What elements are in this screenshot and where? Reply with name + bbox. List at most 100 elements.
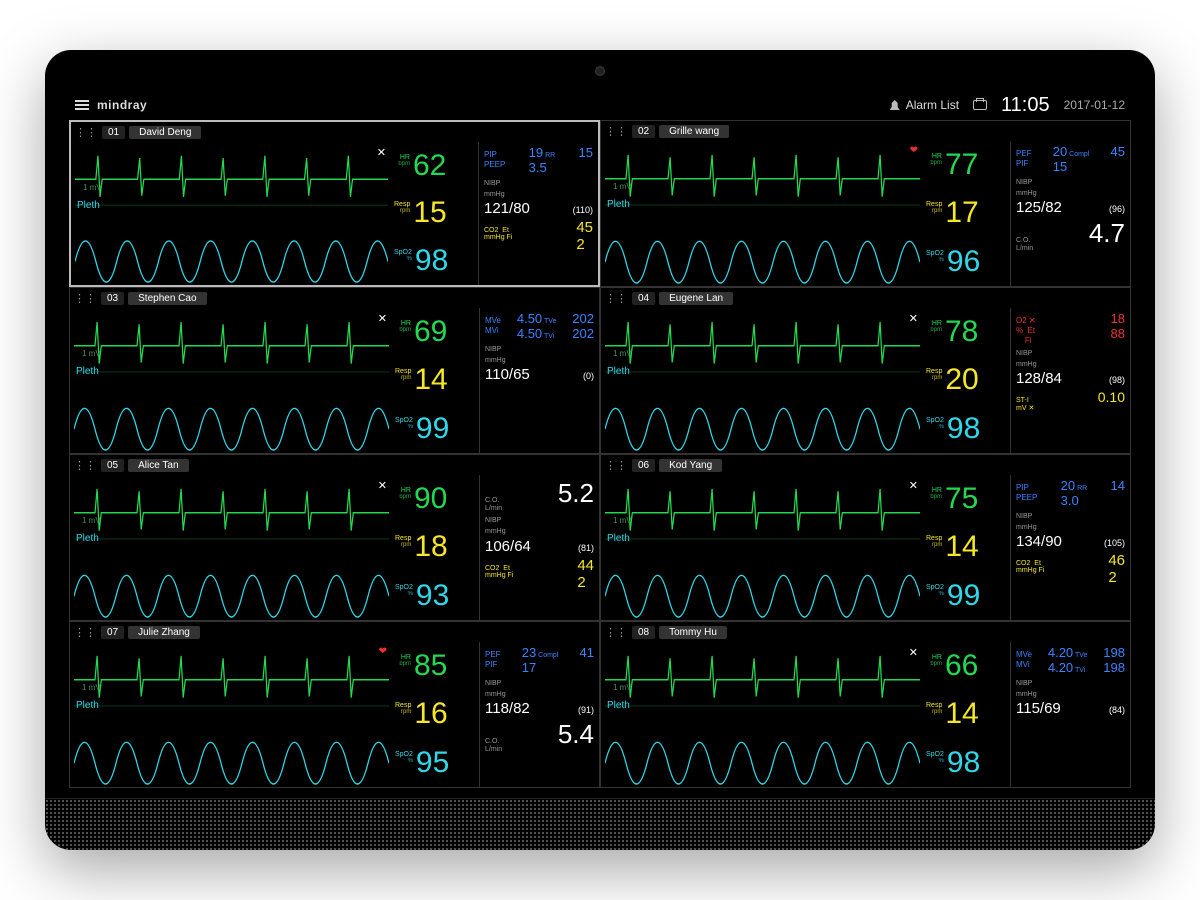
tile-body: 1 mV Pleth ✕ HRbpm 90 Resprpm 18 SpO2% 9… <box>70 475 599 620</box>
patient-tile[interactable]: ⋮⋮ 02 Grille wang 1 mV Pleth ❤ HRbpm 77 … <box>600 120 1131 287</box>
hr-reading[interactable]: HRbpm 75 <box>926 487 1008 512</box>
vitals-column: HRbpm 75 Resprpm 14 SpO2% 99 <box>924 475 1010 620</box>
bed-id-chip[interactable]: 06 <box>632 459 655 472</box>
resp-reading[interactable]: Resprpm 16 <box>395 702 477 727</box>
spo2-reading[interactable]: SpO2% 95 <box>395 751 477 776</box>
hr-reading[interactable]: HRbpm 69 <box>395 320 477 345</box>
secondary-panel[interactable]: MVeMVi 4.20 TVe4.20 TVi 198198 NIBPmmHg … <box>1010 642 1130 787</box>
hr-reading[interactable]: HRbpm 62 <box>394 154 476 179</box>
bed-id-chip[interactable]: 03 <box>101 292 124 305</box>
vitals-column: HRbpm 78 Resprpm 20 SpO2% 98 <box>924 308 1010 453</box>
screen: mindray Alarm List 11:05 2017-01-12 ⋮⋮ 0… <box>69 90 1131 788</box>
brand-logo: mindray <box>97 98 147 112</box>
secondary-panel[interactable]: PIPPEEP 20 RR3.0 14 NIBPmmHg 134/90 (105… <box>1010 475 1130 620</box>
waveform-area[interactable]: 1 mV Pleth ✕ <box>70 475 393 620</box>
resp-reading[interactable]: Resprpm 18 <box>395 535 477 560</box>
tile-header: ⋮⋮ 01 David Deng <box>71 122 598 142</box>
spo2-reading[interactable]: SpO2% 98 <box>926 417 1008 442</box>
bed-id-chip[interactable]: 01 <box>102 126 125 139</box>
waveform-area[interactable]: 1 mV Pleth ✕ <box>601 475 924 620</box>
drag-handle-icon[interactable]: ⋮⋮ <box>74 626 96 639</box>
resp-reading[interactable]: Resprpm 20 <box>926 368 1008 393</box>
hr-reading[interactable]: HRbpm 77 <box>926 153 1008 178</box>
printer-icon <box>973 100 987 110</box>
tile-body: 1 mV Pleth ✕ HRbpm 69 Resprpm 14 SpO2% 9… <box>70 308 599 453</box>
spo2-reading[interactable]: SpO2% 98 <box>394 249 476 274</box>
patient-name-chip[interactable]: Grille wang <box>659 125 729 138</box>
hr-reading[interactable]: HRbpm 85 <box>395 654 477 679</box>
resp-reading[interactable]: Resprpm 14 <box>926 702 1008 727</box>
drag-handle-icon[interactable]: ⋮⋮ <box>75 126 97 139</box>
tile-body: 1 mV Pleth ❤ HRbpm 85 Resprpm 16 SpO2% 9… <box>70 642 599 787</box>
tile-body: 1 mV Pleth ✕ HRbpm 66 Resprpm 14 SpO2% 9… <box>601 642 1130 787</box>
spo2-reading[interactable]: SpO2% 99 <box>926 584 1008 609</box>
resp-reading[interactable]: Resprpm 14 <box>395 368 477 393</box>
bed-id-chip[interactable]: 07 <box>101 626 124 639</box>
waveform-area[interactable]: 1 mV Pleth ✕ <box>601 642 924 787</box>
ecg-scale-label: 1 mV <box>83 183 102 192</box>
patient-tile[interactable]: ⋮⋮ 05 Alice Tan 1 mV Pleth ✕ HRbpm 90 Re… <box>69 454 600 621</box>
patient-tile[interactable]: ⋮⋮ 03 Stephen Cao 1 mV Pleth ✕ HRbpm 69 … <box>69 287 600 454</box>
patient-name-chip[interactable]: Julie Zhang <box>128 626 200 639</box>
patient-tile[interactable]: ⋮⋮ 06 Kod Yang 1 mV Pleth ✕ HRbpm 75 Res… <box>600 454 1131 621</box>
patient-name-chip[interactable]: Tommy Hu <box>659 626 727 639</box>
print-button[interactable] <box>973 100 987 110</box>
resp-reading[interactable]: Resprpm 17 <box>926 201 1008 226</box>
secondary-panel[interactable]: PIPPEEP 19 RR3.5 15 NIBPmmHg 121/80 (110… <box>478 142 598 285</box>
waveform-area[interactable]: 1 mV Pleth ✕ <box>70 308 393 453</box>
tile-body: 1 mV Pleth ✕ HRbpm 78 Resprpm 20 SpO2% 9… <box>601 308 1130 453</box>
resp-reading[interactable]: Resprpm 14 <box>926 535 1008 560</box>
waveform-area[interactable]: 1 mV Pleth ✕ <box>71 142 392 285</box>
patient-name-chip[interactable]: Alice Tan <box>128 459 188 472</box>
spo2-reading[interactable]: SpO2% 98 <box>926 751 1008 776</box>
patient-name-chip[interactable]: Kod Yang <box>659 459 722 472</box>
alarm-list-label: Alarm List <box>906 98 959 112</box>
pleth-label: Pleth <box>77 200 100 211</box>
ecg-scale-label: 1 mV <box>613 182 632 191</box>
pleth-label: Pleth <box>607 533 630 544</box>
vitals-column: HRbpm 85 Resprpm 16 SpO2% 95 <box>393 642 479 787</box>
hr-reading[interactable]: HRbpm 66 <box>926 654 1008 679</box>
alarm-list-button[interactable]: Alarm List <box>890 98 959 112</box>
drag-handle-icon[interactable]: ⋮⋮ <box>74 292 96 305</box>
menu-button[interactable] <box>75 100 89 110</box>
bed-id-chip[interactable]: 08 <box>632 626 655 639</box>
drag-handle-icon[interactable]: ⋮⋮ <box>605 626 627 639</box>
spo2-reading[interactable]: SpO2% 96 <box>926 250 1008 275</box>
drag-handle-icon[interactable]: ⋮⋮ <box>74 459 96 472</box>
patient-tile[interactable]: ⋮⋮ 08 Tommy Hu 1 mV Pleth ✕ HRbpm 66 Res… <box>600 621 1131 788</box>
spo2-reading[interactable]: SpO2% 93 <box>395 584 477 609</box>
ecg-scale-label: 1 mV <box>613 683 632 692</box>
drag-handle-icon[interactable]: ⋮⋮ <box>605 292 627 305</box>
waveform-area[interactable]: 1 mV Pleth ❤ <box>601 141 924 286</box>
drag-handle-icon[interactable]: ⋮⋮ <box>605 125 627 138</box>
patient-tile[interactable]: ⋮⋮ 01 David Deng 1 mV Pleth ✕ HRbpm 62 R… <box>69 120 600 287</box>
secondary-panel[interactable]: PEFPIF 20 Compl15 45 NIBPmmHg 125/82 (96… <box>1010 141 1130 286</box>
bed-id-chip[interactable]: 05 <box>101 459 124 472</box>
tile-header: ⋮⋮ 06 Kod Yang <box>601 455 1130 475</box>
patient-tile[interactable]: ⋮⋮ 07 Julie Zhang 1 mV Pleth ❤ HRbpm 85 … <box>69 621 600 788</box>
bed-id-chip[interactable]: 04 <box>632 292 655 305</box>
drag-handle-icon[interactable]: ⋮⋮ <box>605 459 627 472</box>
secondary-panel[interactable]: MVeMVi 4.50 TVe4.50 TVi 202202 NIBPmmHg … <box>479 308 599 453</box>
secondary-panel[interactable]: C.O.L/min5.2 NIBPmmHg 106/64 (81)CO2 Etm… <box>479 475 599 620</box>
pleth-label: Pleth <box>76 366 99 377</box>
hr-reading[interactable]: HRbpm 78 <box>926 320 1008 345</box>
secondary-panel[interactable]: PEFPIF 23 Compl17 41 NIBPmmHg 118/82 (91… <box>479 642 599 787</box>
resp-reading[interactable]: Resprpm 15 <box>394 201 476 226</box>
tile-header: ⋮⋮ 07 Julie Zhang <box>70 622 599 642</box>
waveform-area[interactable]: 1 mV Pleth ❤ <box>70 642 393 787</box>
waveform-area[interactable]: 1 mV Pleth ✕ <box>601 308 924 453</box>
patient-name-chip[interactable]: Stephen Cao <box>128 292 206 305</box>
hr-reading[interactable]: HRbpm 90 <box>395 487 477 512</box>
bed-id-chip[interactable]: 02 <box>632 125 655 138</box>
vitals-column: HRbpm 62 Resprpm 15 SpO2% 98 <box>392 142 478 285</box>
vitals-column: HRbpm 90 Resprpm 18 SpO2% 93 <box>393 475 479 620</box>
patient-tile[interactable]: ⋮⋮ 04 Eugene Lan 1 mV Pleth ✕ HRbpm 78 R… <box>600 287 1131 454</box>
patient-name-chip[interactable]: Eugene Lan <box>659 292 733 305</box>
ecg-scale-label: 1 mV <box>82 683 101 692</box>
patient-name-chip[interactable]: David Deng <box>129 126 201 139</box>
bell-icon <box>890 100 900 110</box>
spo2-reading[interactable]: SpO2% 99 <box>395 417 477 442</box>
secondary-panel[interactable]: O2 ✕% Et Fi 1888 NIBPmmHg 128/84 (98) ST… <box>1010 308 1130 453</box>
